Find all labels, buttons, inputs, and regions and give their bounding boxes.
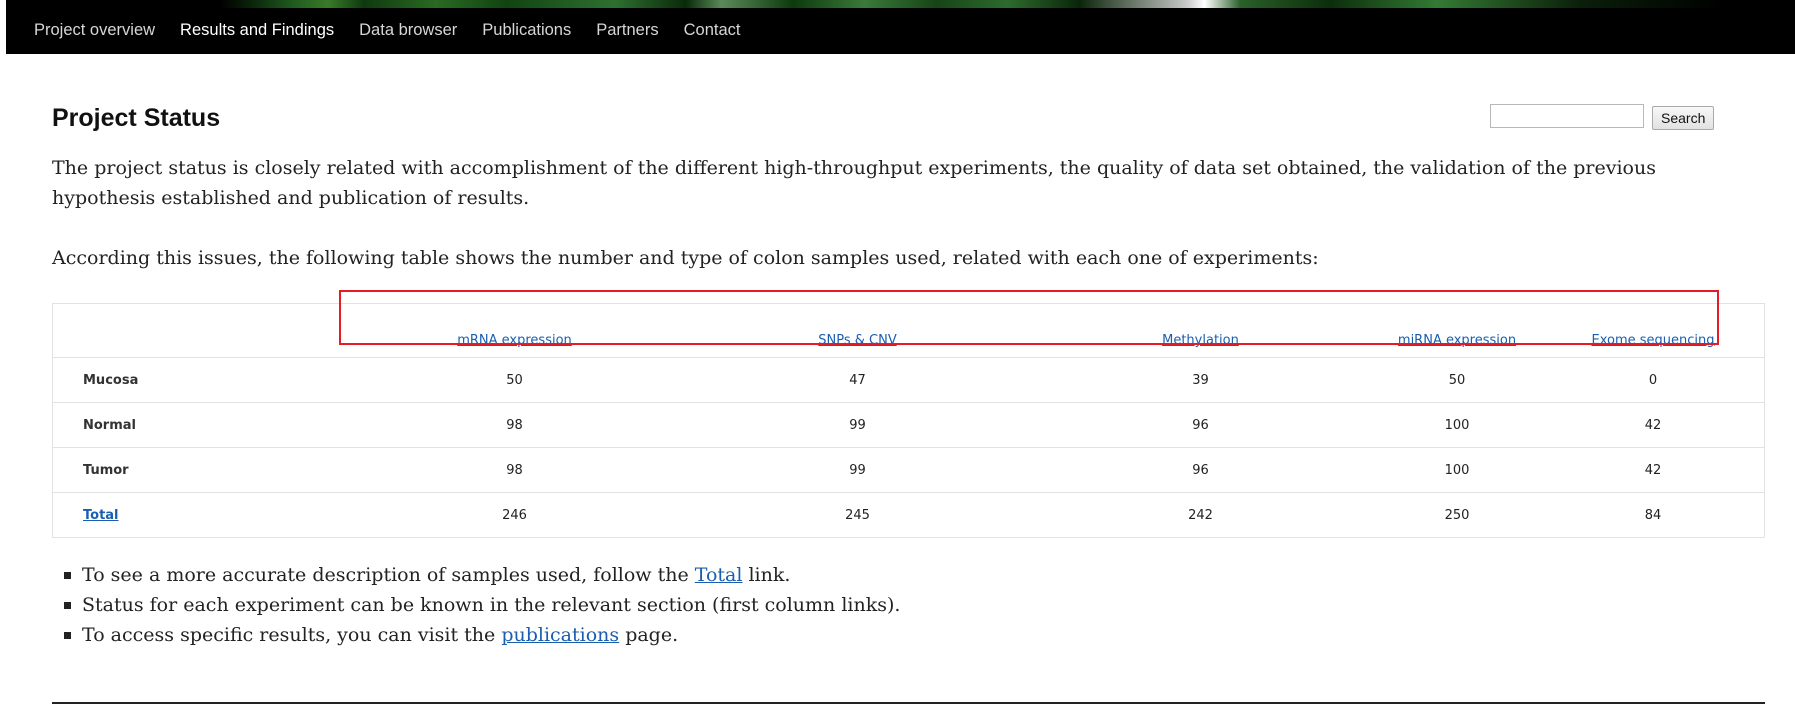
publications-link[interactable]: publications	[501, 624, 619, 646]
table-cell: 100	[1372, 402, 1542, 448]
table-cell: 250	[1372, 492, 1542, 538]
table-row: Total 246 245 242 250 84	[52, 492, 1765, 538]
table-cell: 246	[343, 492, 686, 538]
note-text: page.	[619, 624, 679, 646]
list-item: To see a more accurate description of sa…	[60, 560, 900, 590]
table-corner-cell	[52, 303, 343, 358]
nav-results-and-findings[interactable]: Results and Findings	[180, 15, 334, 40]
table-cell: 0	[1542, 357, 1765, 403]
table-row: Tumor 98 99 96 100 42	[52, 447, 1765, 493]
table-row: Normal 98 99 96 100 42	[52, 402, 1765, 448]
table-intro-paragraph: According this issues, the following tab…	[52, 247, 1319, 269]
table-cell: 84	[1542, 492, 1765, 538]
table-row: Mucosa 50 47 39 50 0	[52, 357, 1765, 403]
row-label-mucosa: Mucosa	[52, 357, 343, 403]
column-header-methylation: Methylation	[1029, 303, 1372, 358]
table-cell: 99	[686, 447, 1029, 493]
bullet-icon	[64, 602, 71, 609]
column-header-mirna: miRNA expression	[1372, 303, 1542, 358]
table-cell: 99	[686, 402, 1029, 448]
column-link-exome-sequencing[interactable]: Exome sequencing	[1591, 333, 1714, 348]
column-link-mrna-expression[interactable]: mRNA expression	[457, 333, 572, 348]
row-label-total: Total	[52, 492, 343, 538]
bullet-icon	[64, 572, 71, 579]
bottom-divider	[52, 702, 1765, 704]
column-header-exome: Exome sequencing	[1542, 303, 1765, 358]
table-header-row: mRNA expression SNPs & CNV Methylation m…	[52, 303, 1765, 358]
main-nav: Project overview Results and Findings Da…	[6, 0, 765, 54]
note-text: To see a more accurate description of sa…	[82, 564, 695, 586]
page-title: Project Status	[52, 104, 221, 132]
total-link[interactable]: Total	[83, 508, 119, 523]
list-item: To access specific results, you can visi…	[60, 620, 900, 650]
note-text: link.	[742, 564, 791, 586]
total-description-link[interactable]: Total	[695, 564, 743, 586]
table-cell: 98	[343, 402, 686, 448]
bullet-icon	[64, 632, 71, 639]
note-text: Status for each experiment can be known …	[82, 594, 901, 616]
table-cell: 245	[686, 492, 1029, 538]
table-cell: 96	[1029, 402, 1372, 448]
search-button[interactable]: Search	[1652, 106, 1715, 130]
intro-paragraph: The project status is closely related wi…	[52, 157, 1656, 209]
table-cell: 242	[1029, 492, 1372, 538]
row-label-normal: Normal	[52, 402, 343, 448]
note-text: To access specific results, you can visi…	[82, 624, 502, 646]
column-header-mrna: mRNA expression	[343, 303, 686, 358]
column-link-snps-cnv[interactable]: SNPs & CNV	[818, 333, 896, 348]
nav-partners[interactable]: Partners	[596, 15, 658, 40]
table-cell: 96	[1029, 447, 1372, 493]
nav-publications[interactable]: Publications	[482, 15, 571, 40]
column-link-methylation[interactable]: Methylation	[1162, 333, 1239, 348]
nav-project-overview[interactable]: Project overview	[34, 15, 155, 40]
table-cell: 47	[686, 357, 1029, 403]
column-header-snps: SNPs & CNV	[686, 303, 1029, 358]
samples-table: mRNA expression SNPs & CNV Methylation m…	[52, 303, 1765, 538]
top-navigation-bar: Project overview Results and Findings Da…	[6, 0, 1795, 54]
nav-data-browser[interactable]: Data browser	[359, 15, 457, 40]
list-item: Status for each experiment can be known …	[60, 590, 900, 620]
notes-list: To see a more accurate description of sa…	[60, 560, 900, 650]
table-cell: 98	[343, 447, 686, 493]
table-cell: 50	[1372, 357, 1542, 403]
search-input[interactable]	[1490, 104, 1644, 128]
nav-contact[interactable]: Contact	[684, 15, 741, 40]
table-cell: 39	[1029, 357, 1372, 403]
table-cell: 50	[343, 357, 686, 403]
table-cell: 42	[1542, 402, 1765, 448]
column-link-mirna-expression[interactable]: miRNA expression	[1398, 333, 1516, 348]
table-cell: 100	[1372, 447, 1542, 493]
row-label-tumor: Tumor	[52, 447, 343, 493]
table-cell: 42	[1542, 447, 1765, 493]
